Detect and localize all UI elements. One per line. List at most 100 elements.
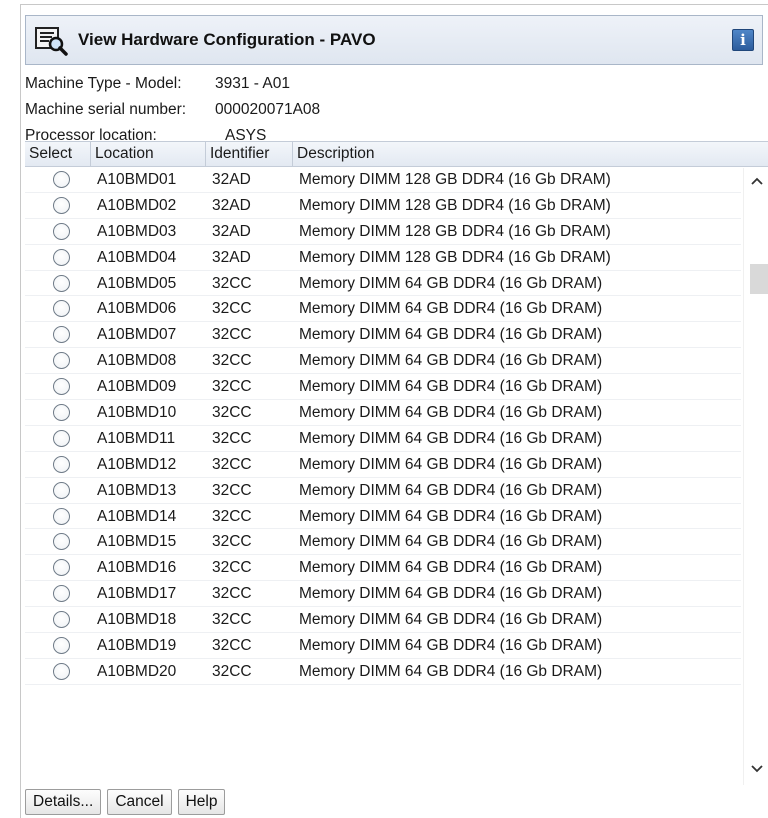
serial-value: 000020071A08: [215, 101, 321, 118]
row-radio-button[interactable]: [52, 170, 70, 188]
location-cell: A10BMD13: [97, 481, 177, 499]
row-radio-button[interactable]: [52, 300, 70, 318]
row-radio-button[interactable]: [52, 248, 70, 266]
location-cell: A10BMD17: [97, 585, 177, 603]
location-cell: A10BMD10: [97, 404, 177, 422]
location-cell: A10BMD04: [97, 248, 177, 266]
row-select-cell: [25, 607, 91, 632]
identifier-cell: 32CC: [212, 378, 252, 396]
row-radio-button[interactable]: [52, 507, 70, 525]
scroll-down-icon[interactable]: [744, 758, 768, 780]
row-radio-button[interactable]: [52, 559, 70, 577]
column-header-select[interactable]: Select: [25, 142, 91, 166]
description-cell: Memory DIMM 64 GB DDR4 (16 Gb DRAM): [299, 507, 603, 525]
row-radio-button[interactable]: [52, 455, 70, 473]
serial-row: Machine serial number: 000020071A08: [25, 97, 525, 123]
row-radio-button[interactable]: [52, 352, 70, 370]
description-cell: Memory DIMM 64 GB DDR4 (16 Gb DRAM): [299, 611, 603, 629]
identifier-cell: 32AD: [212, 222, 251, 240]
column-header-description[interactable]: Description: [293, 142, 768, 166]
table-row[interactable]: A10BMD19 32CC Memory DIMM 64 GB DDR4 (16 G…: [25, 633, 741, 659]
cancel-button[interactable]: Cancel: [107, 789, 172, 815]
row-select-cell: [25, 167, 91, 192]
row-select-cell: [25, 245, 91, 270]
table-row[interactable]: A10BMD16 32CC Memory DIMM 64 GB DDR4 (16 G…: [25, 555, 741, 582]
row-radio-button[interactable]: [52, 378, 70, 396]
row-select-cell: [25, 271, 91, 296]
table-row[interactable]: A10BMD02 32AD Memory DIMM 128 GB DDR4 (16 …: [25, 193, 741, 219]
table-row[interactable]: A10BMD09 32CC Memory DIMM 64 GB DDR4 (16 G…: [25, 374, 741, 401]
location-cell: A10BMD08: [97, 352, 177, 370]
table-body: A10BMD01 32AD Memory DIMM 128 GB DDR4 (16 …: [25, 167, 768, 785]
table-row[interactable]: A10BMD08 32CC Memory DIMM 64 GB DDR4 (16 G…: [25, 348, 741, 375]
table-row[interactable]: A10BMD10 32CC Memory DIMM 64 GB DDR4 (16 G…: [25, 400, 741, 426]
scroll-up-icon[interactable]: [744, 170, 768, 192]
machine-type-label: Machine Type - Model:: [25, 75, 182, 92]
table-row[interactable]: A10BMD11 32CC Memory DIMM 64 GB DDR4 (16 G…: [25, 426, 741, 452]
description-cell: Memory DIMM 64 GB DDR4 (16 Gb DRAM): [299, 300, 603, 318]
identifier-cell: 32CC: [212, 585, 252, 603]
row-radio-button[interactable]: [52, 636, 70, 654]
row-radio-button[interactable]: [52, 326, 70, 344]
machine-type-value: 3931 - A01: [215, 75, 290, 92]
description-cell: Memory DIMM 64 GB DDR4 (16 Gb DRAM): [299, 326, 603, 344]
row-select-cell: [25, 426, 91, 451]
description-cell: Memory DIMM 64 GB DDR4 (16 Gb DRAM): [299, 429, 603, 447]
table-row[interactable]: A10BMD13 32CC Memory DIMM 64 GB DDR4 (16 G…: [25, 478, 741, 504]
row-radio-button[interactable]: [52, 429, 70, 447]
identifier-cell: 32CC: [212, 662, 252, 680]
row-radio-button[interactable]: [52, 274, 70, 292]
table-row[interactable]: A10BMD18 32CC Memory DIMM 64 GB DDR4 (16 G…: [25, 607, 741, 634]
identifier-cell: 32CC: [212, 429, 252, 447]
row-select-cell: [25, 633, 91, 658]
row-select-cell: [25, 374, 91, 399]
info-icon[interactable]: i: [732, 29, 754, 51]
vertical-scrollbar[interactable]: [743, 168, 768, 785]
row-radio-button[interactable]: [52, 481, 70, 499]
row-radio-button[interactable]: [52, 222, 70, 240]
help-button[interactable]: Help: [177, 789, 226, 815]
row-radio-button[interactable]: [52, 403, 70, 421]
machine-type-row: Machine Type - Model: 3931 - A01: [25, 71, 525, 97]
description-cell: Memory DIMM 64 GB DDR4 (16 Gb DRAM): [299, 585, 603, 603]
location-cell: A10BMD16: [97, 559, 177, 577]
location-cell: A10BMD03: [97, 222, 177, 240]
identifier-cell: 32CC: [212, 533, 252, 551]
identifier-cell: 32CC: [212, 507, 252, 525]
table-row[interactable]: A10BMD03 32AD Memory DIMM 128 GB DDR4 (16 …: [25, 219, 741, 245]
location-cell: A10BMD05: [97, 274, 177, 292]
column-header-location[interactable]: Location: [91, 142, 206, 166]
row-radio-button[interactable]: [52, 533, 70, 551]
table-row[interactable]: A10BMD04 32AD Memory DIMM 128 GB DDR4 (16 …: [25, 245, 741, 271]
table-row[interactable]: A10BMD12 32CC Memory DIMM 64 GB DDR4 (16 G…: [25, 452, 741, 478]
table-row[interactable]: A10BMD06 32CC Memory DIMM 64 GB DDR4 (16 G…: [25, 296, 741, 323]
location-cell: A10BMD18: [97, 611, 177, 629]
table-row[interactable]: A10BMD20 32CC Memory DIMM 64 GB DDR4 (16 G…: [25, 659, 741, 685]
description-cell: Memory DIMM 128 GB DDR4 (16 Gb DRAM): [299, 222, 611, 240]
row-select-cell: [25, 348, 91, 373]
table-row[interactable]: A10BMD14 32CC Memory DIMM 64 GB DDR4 (16 G…: [25, 504, 741, 530]
column-header-identifier[interactable]: Identifier: [206, 142, 293, 166]
scrollbar-thumb[interactable]: [750, 264, 768, 294]
description-cell: Memory DIMM 128 GB DDR4 (16 Gb DRAM): [299, 171, 611, 188]
description-cell: Memory DIMM 64 GB DDR4 (16 Gb DRAM): [299, 378, 603, 396]
identifier-cell: 32CC: [212, 404, 252, 422]
table-row[interactable]: A10BMD17 32CC Memory DIMM 64 GB DDR4 (16 G…: [25, 581, 741, 608]
row-radio-button[interactable]: [52, 611, 70, 629]
description-cell: Memory DIMM 64 GB DDR4 (16 Gb DRAM): [299, 481, 603, 499]
table-row[interactable]: A10BMD07 32CC Memory DIMM 64 GB DDR4 (16 G…: [25, 322, 741, 349]
row-select-cell: [25, 219, 91, 244]
table-row[interactable]: A10BMD05 32CC Memory DIMM 64 GB DDR4 (16 G…: [25, 271, 741, 297]
machine-info: Machine Type - Model: 3931 - A01 Machine…: [25, 71, 525, 149]
details-button[interactable]: Details...: [25, 789, 102, 815]
row-radio-button[interactable]: [52, 662, 70, 680]
table-row[interactable]: A10BMD01 32AD Memory DIMM 128 GB DDR4 (16 …: [25, 167, 741, 193]
row-radio-button[interactable]: [52, 585, 70, 603]
location-cell: A10BMD07: [97, 326, 177, 344]
row-radio-button[interactable]: [52, 196, 70, 214]
row-select-cell: [25, 555, 91, 580]
location-cell: A10BMD12: [97, 455, 177, 473]
table-row[interactable]: A10BMD15 32CC Memory DIMM 64 GB DDR4 (16 G…: [25, 529, 741, 556]
hardware-config-icon: [34, 23, 68, 57]
hardware-table: Select Location Identifier Description A…: [25, 141, 768, 785]
